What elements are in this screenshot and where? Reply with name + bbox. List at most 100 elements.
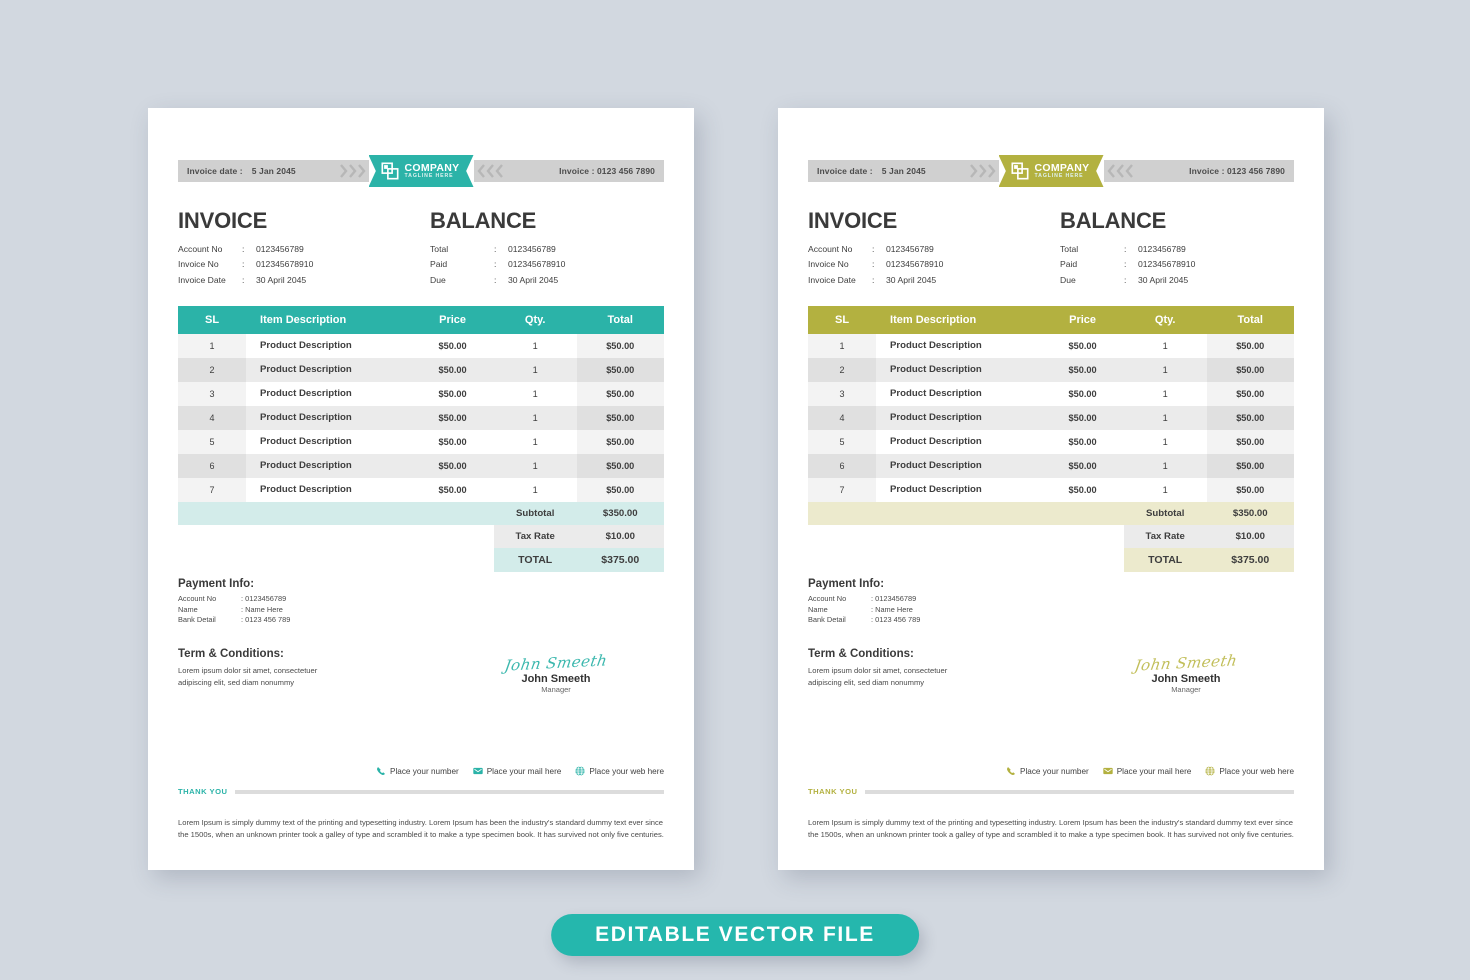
invoice-date-text: Invoice date : 5 Jan 2045 bbox=[187, 166, 296, 176]
table-row: 5 Product Description $50.00 1 $50.00 bbox=[178, 429, 664, 454]
info-row: Invoice Date:30 April 2045 bbox=[178, 273, 421, 288]
cell-qty: 1 bbox=[1123, 405, 1207, 430]
info-value: 012345678910 bbox=[1138, 259, 1196, 270]
table-row: 1 Product Description $50.00 1 $50.00 bbox=[808, 333, 1294, 358]
contact-web[interactable]: Place your web here bbox=[1205, 766, 1294, 776]
payment-section: Payment Info: Account No: 0123456789 Nam… bbox=[178, 578, 664, 626]
invoice-info-block: INVOICE Account No: 0123456789 Invoice No… bbox=[808, 208, 1051, 288]
table-row: 7 Product Description $50.00 1 $50.00 bbox=[808, 477, 1294, 502]
payment-row: Name: Name Here bbox=[808, 605, 1294, 616]
payment-value: : Name Here bbox=[241, 604, 283, 614]
info-row: Account No: 0123456789 bbox=[178, 242, 421, 257]
info-label: Account No bbox=[178, 244, 223, 254]
info-sep: : bbox=[242, 244, 245, 254]
invoice-info-rows: Account No:0123456789 Invoice No:0123456… bbox=[808, 242, 1051, 288]
cell-sl: 5 bbox=[178, 429, 247, 454]
contact-phone[interactable]: Place your number bbox=[376, 766, 459, 776]
company-logo-badge: COMPANY TAGLINE HERE bbox=[998, 155, 1104, 187]
info-sep: : bbox=[494, 274, 497, 285]
payment-label: Name bbox=[808, 604, 828, 614]
info-label: Paid bbox=[430, 259, 448, 270]
company-logo-text: COMPANY TAGLINE HERE bbox=[405, 162, 460, 179]
info-row: Total: 0123456789 bbox=[1060, 242, 1294, 257]
info-sep: : bbox=[494, 259, 497, 270]
cell-description: Product Description bbox=[246, 357, 412, 382]
phone-icon bbox=[1006, 766, 1016, 776]
header-band: Invoice date :5 Jan 2045 COMPANY TAGLINE… bbox=[808, 155, 1294, 187]
cell-price: $50.00 bbox=[1041, 453, 1124, 478]
info-value: 30 April 2045 bbox=[1138, 274, 1189, 285]
grand-total-label: TOTAL bbox=[1123, 547, 1207, 572]
th-description: Item Description bbox=[876, 305, 1042, 334]
payment-row: Name: Name Here bbox=[178, 605, 664, 616]
contact-phone-label: Place your number bbox=[1020, 766, 1089, 776]
cell-price: $50.00 bbox=[411, 453, 494, 478]
contact-phone[interactable]: Place your number bbox=[1006, 766, 1089, 776]
tax-value: $10.00 bbox=[1206, 524, 1294, 548]
mail-icon bbox=[473, 767, 483, 775]
info-value: 30 April 2045 bbox=[508, 274, 559, 285]
info-label: Invoice Date bbox=[808, 274, 856, 285]
cell-sl: 6 bbox=[178, 453, 247, 478]
footer-paragraph: Lorem Ipsum is simply dummy text of the … bbox=[808, 817, 1294, 840]
contact-mail[interactable]: Place your mail here bbox=[1103, 766, 1191, 776]
cell-price: $50.00 bbox=[1068, 484, 1097, 495]
info-row: Invoice Date:30 April 2045 bbox=[808, 273, 1051, 288]
cell-qty: 1 bbox=[1162, 340, 1168, 351]
cell-description: Product Description bbox=[890, 484, 982, 496]
info-row: Total: 0123456789 bbox=[430, 242, 664, 257]
th-total: Total bbox=[576, 305, 664, 334]
cell-total: $50.00 bbox=[576, 333, 664, 358]
invoice-number-segment: Invoice : 0123 456 7890 bbox=[473, 160, 664, 182]
info-value: 0123456789 bbox=[256, 244, 304, 254]
invoice-date-value: 5 Jan 2045 bbox=[881, 166, 926, 176]
subtotal-value: $350.00 bbox=[576, 501, 664, 525]
invoice-info-block: INVOICE Account No: 0123456789 Invoice No… bbox=[178, 208, 421, 288]
invoice-heading: INVOICE bbox=[178, 208, 268, 233]
footer-paragraph: Lorem Ipsum is simply dummy text of the … bbox=[178, 817, 664, 840]
cell-sl: 3 bbox=[178, 381, 247, 406]
signer-name: John Smeeth bbox=[521, 673, 591, 686]
table-header-row: SL Item Description Price Qty. Total bbox=[178, 305, 664, 334]
cell-total: $50.00 bbox=[1206, 405, 1294, 430]
info-label: Paid bbox=[1060, 259, 1078, 270]
balance-heading: BALANCE bbox=[430, 208, 537, 233]
cell-total: $50.00 bbox=[1206, 477, 1294, 502]
payment-value: : 0123456789 bbox=[241, 593, 287, 603]
payment-row: Account No: 0123456789 bbox=[178, 594, 664, 605]
th-sl: SL bbox=[178, 305, 247, 334]
cell-price: $50.00 bbox=[1068, 436, 1097, 447]
payment-row: Account No: 0123456789 bbox=[808, 594, 1294, 605]
summary-headings: INVOICE Account No: 0123456789 Invoice No… bbox=[808, 208, 1294, 288]
cell-description: Product Description bbox=[260, 340, 352, 352]
company-logo-icon bbox=[380, 162, 399, 180]
balance-heading: BALANCE bbox=[1060, 208, 1167, 233]
invoice-date-segment: Invoice date : 5 Jan 2045 bbox=[178, 160, 369, 182]
cell-total: $50.00 bbox=[1206, 357, 1294, 382]
th-total: Total bbox=[1206, 305, 1294, 334]
cell-description: Product Description bbox=[246, 453, 412, 478]
cell-qty: 1 bbox=[493, 405, 577, 430]
cell-sl: 2 bbox=[178, 357, 247, 382]
company-tagline: TAGLINE HERE bbox=[1034, 172, 1084, 179]
contact-mail[interactable]: Place your mail here bbox=[473, 766, 561, 776]
cell-total: $50.00 bbox=[1206, 333, 1294, 358]
th-price: Price bbox=[411, 305, 494, 334]
info-label: Invoice No bbox=[808, 259, 849, 270]
info-value: 0123456789 bbox=[1138, 244, 1186, 254]
payment-label: Bank Detail bbox=[808, 615, 846, 625]
cell-price: $50.00 bbox=[1068, 388, 1097, 399]
contact-web[interactable]: Place your web here bbox=[575, 766, 664, 776]
th-sl: SL bbox=[808, 305, 877, 334]
terms-body: Lorem ipsum dolor sit amet, consectetuer… bbox=[178, 666, 318, 687]
info-label: Invoice No bbox=[178, 259, 219, 270]
contact-strip: Place your number Place your mail here P… bbox=[178, 766, 664, 776]
tax-value: $10.00 bbox=[576, 524, 664, 548]
info-value: 012345678910 bbox=[886, 259, 944, 270]
info-label: Total bbox=[430, 244, 449, 254]
payment-section: Payment Info: Account No: 0123456789 Nam… bbox=[808, 578, 1294, 626]
editable-vector-label: EDITABLE VECTOR FILE bbox=[595, 923, 875, 946]
cell-qty: 1 bbox=[532, 484, 538, 495]
header-band: Invoice date :5 Jan 2045 COMPANY TAGLINE… bbox=[178, 155, 664, 187]
mail-icon bbox=[1103, 767, 1113, 775]
